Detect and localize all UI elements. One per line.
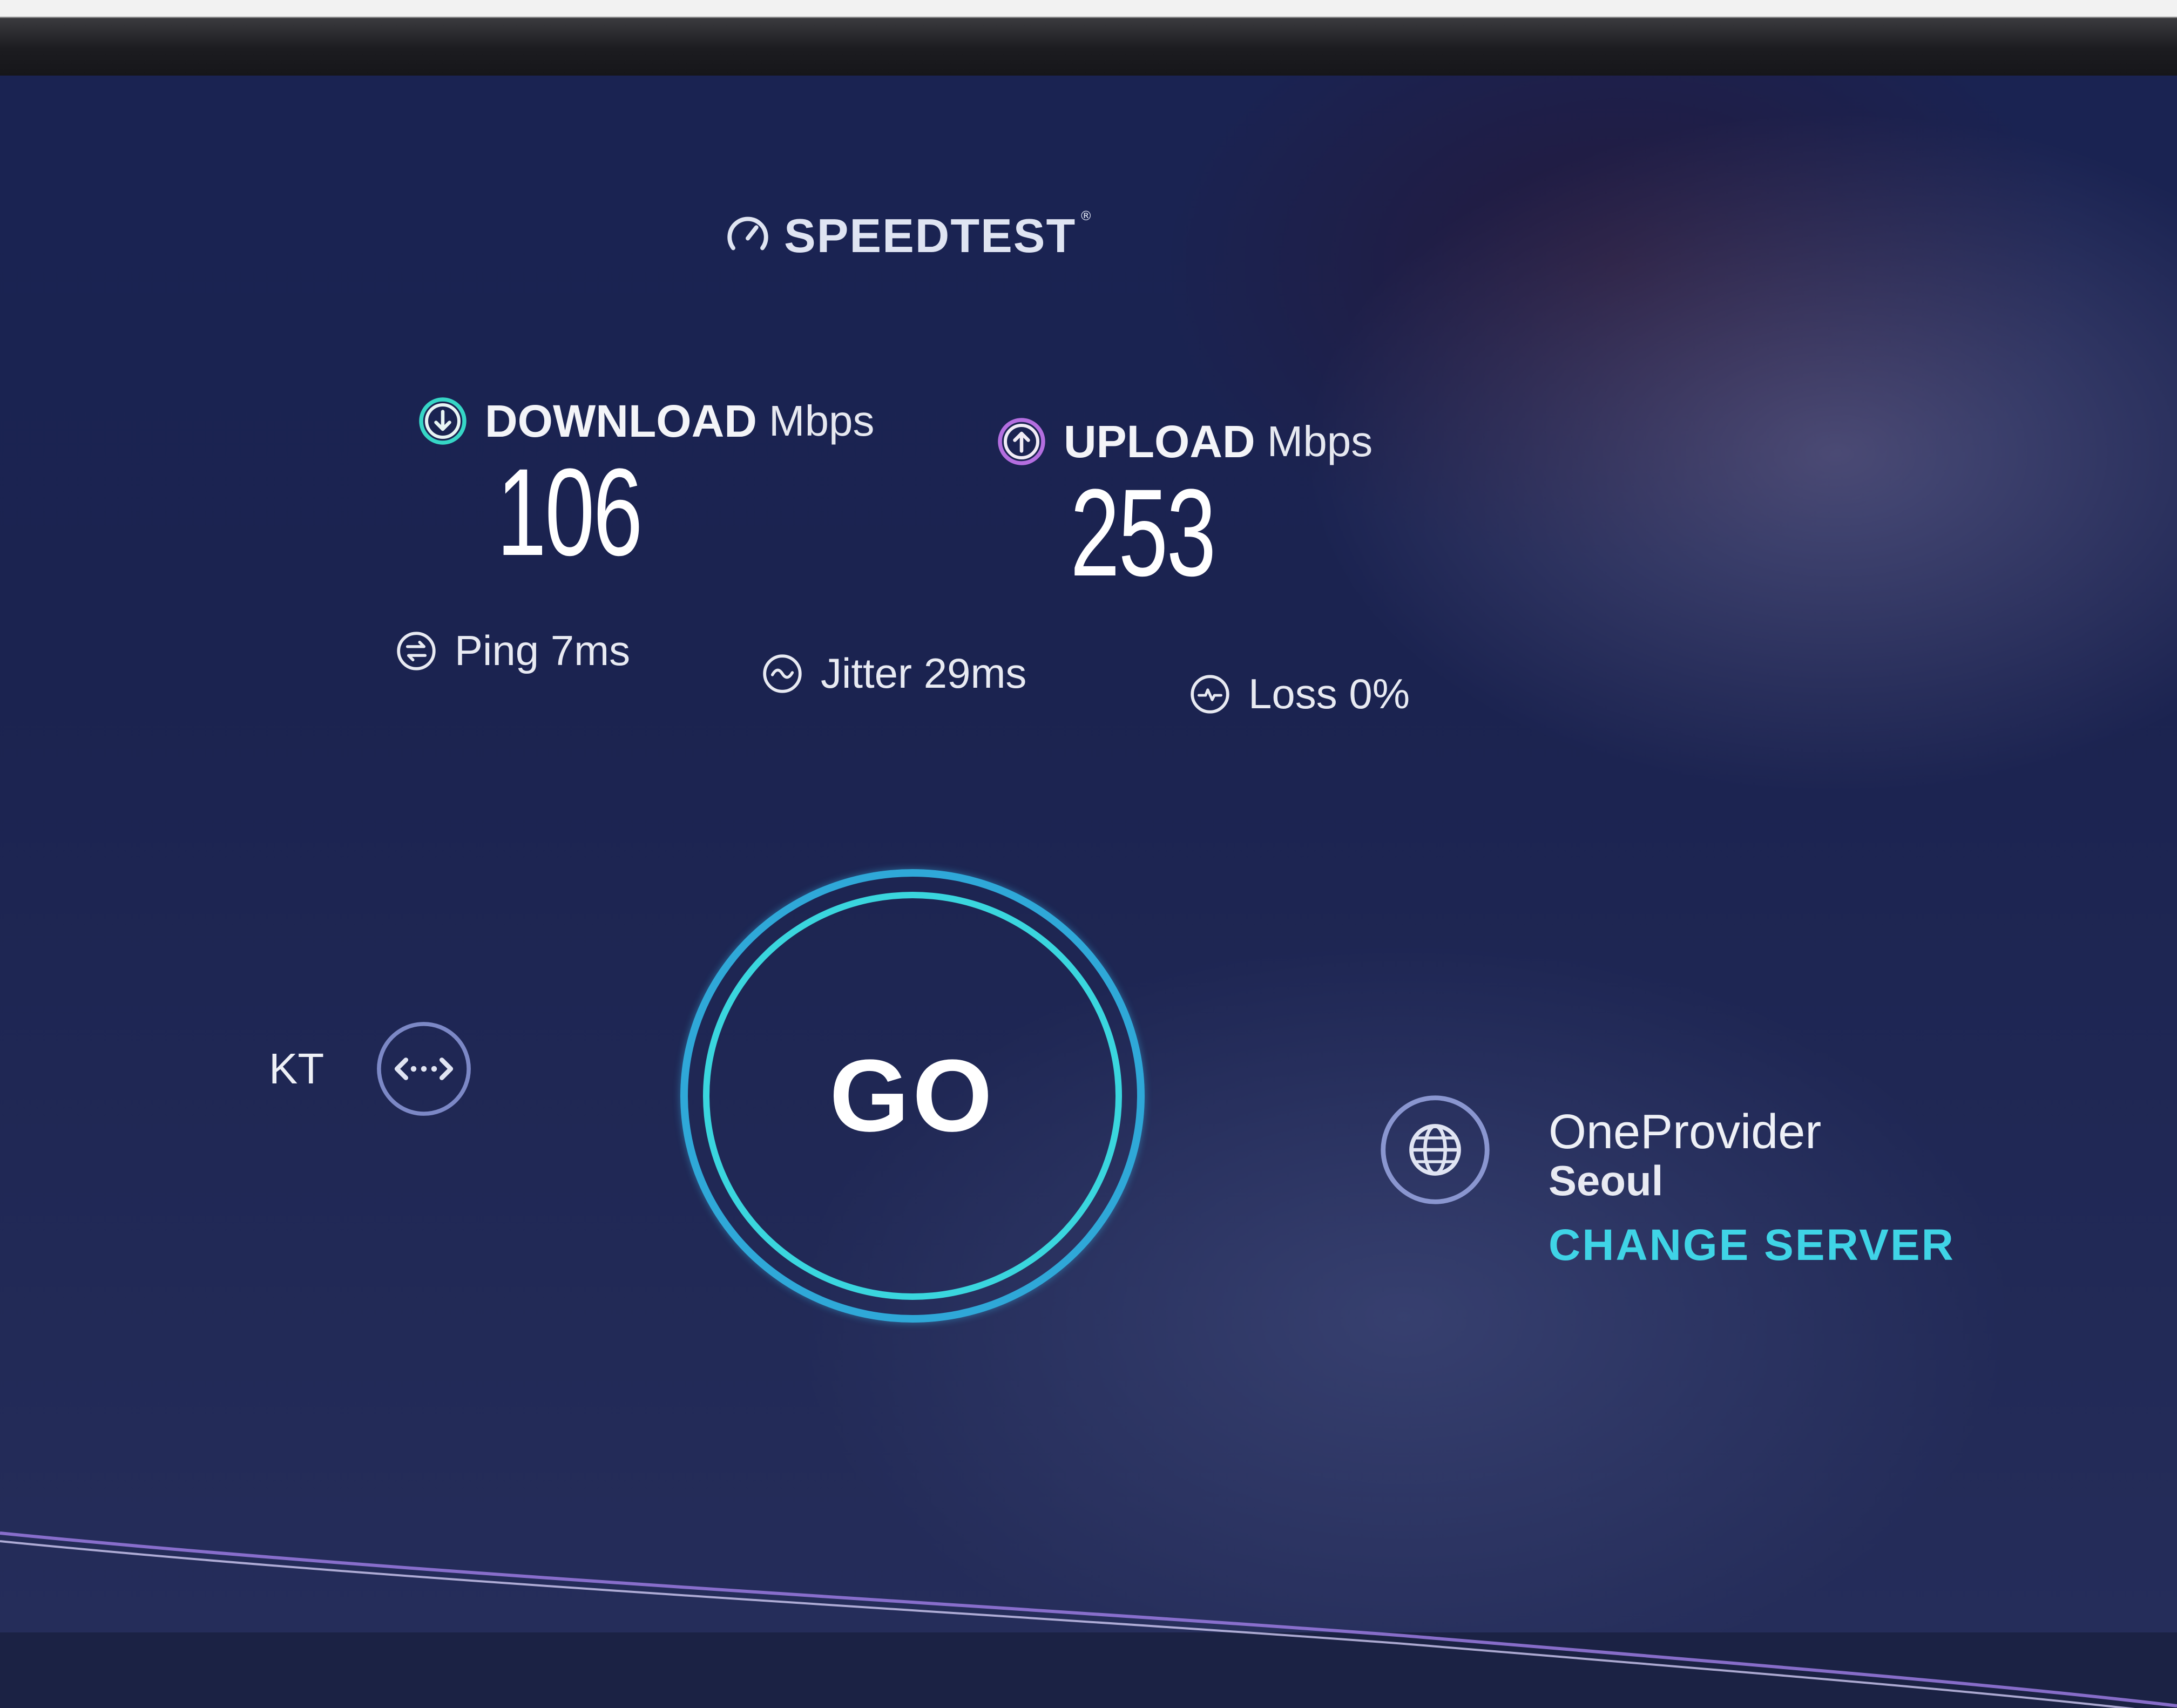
ping-arrows-icon: [397, 631, 436, 670]
speedtest-screen: SPEEDTEST ® DOWNLOAD Mbps 106 UPLOAD Mbp…: [0, 76, 2177, 1708]
server-city: Seoul: [1549, 1156, 1664, 1204]
go-button[interactable]: GO: [680, 869, 1145, 1323]
speedometer-icon: [727, 216, 768, 250]
isp-info: KT: [269, 1018, 475, 1120]
upload-result: UPLOAD Mbps 253: [995, 415, 1373, 595]
download-label: DOWNLOAD: [485, 395, 757, 446]
arrow-up-circle-icon: [998, 418, 1045, 465]
change-server-link[interactable]: CHANGE SERVER: [1549, 1220, 1955, 1271]
download-result: DOWNLOAD Mbps 106: [416, 394, 875, 574]
jitter-stat: Jitter 29ms: [760, 649, 1026, 698]
loss-label: Loss 0%: [1248, 670, 1410, 717]
ping-label: Ping 7ms: [455, 627, 631, 674]
download-unit: Mbps: [768, 397, 875, 445]
upload-label: UPLOAD: [1064, 416, 1255, 467]
loss-stat: Loss 0%: [1188, 669, 1410, 719]
ping-stat: Ping 7ms: [394, 626, 630, 675]
brand-name: SPEEDTEST: [784, 209, 1077, 262]
download-value: 106: [497, 443, 643, 581]
pulse-icon: [1191, 674, 1229, 714]
arrow-down-circle-icon: [419, 397, 466, 445]
jitter-label: Jitter 29ms: [821, 649, 1027, 697]
upload-value: 253: [1070, 463, 1216, 602]
server-provider: OneProvider: [1549, 1105, 1822, 1159]
connection-dots-icon: [377, 1022, 471, 1116]
wave-icon: [763, 654, 802, 693]
monitor-bezel: [0, 0, 2177, 76]
globe-icon: [1381, 1095, 1490, 1204]
bottom-graph-line: [0, 1531, 2177, 1708]
server-info: OneProvider Seoul CHANGE SERVER: [1376, 1090, 1955, 1271]
brand-trademark: ®: [1079, 208, 1093, 223]
upload-unit: Mbps: [1267, 417, 1373, 465]
go-label: GO: [829, 1039, 996, 1153]
isp-name: KT: [269, 1045, 324, 1093]
brand-logo: SPEEDTEST ®: [724, 201, 1092, 271]
